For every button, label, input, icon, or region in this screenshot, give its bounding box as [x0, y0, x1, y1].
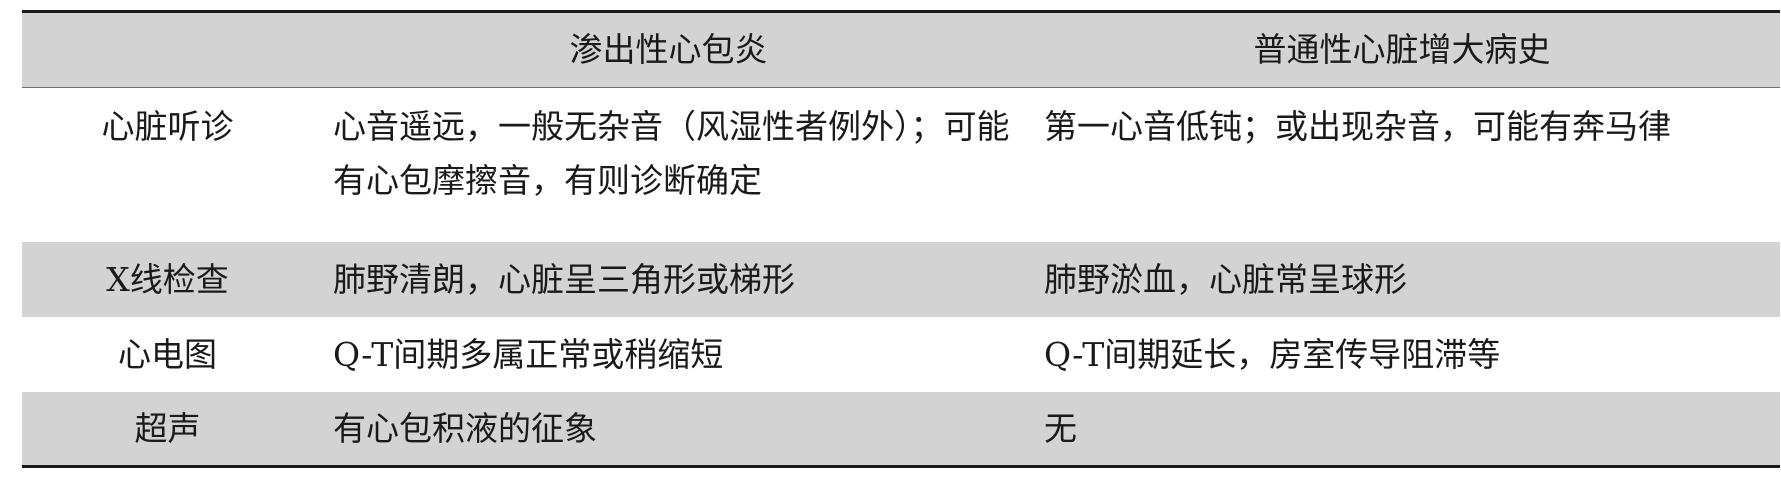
table-cell: 第一心音低钝；或出现杂音，可能有奔马律 [1044, 107, 1671, 146]
row-label: 心脏听诊 [101, 107, 234, 146]
table-row: X线检查 肺野清朗，心脏呈三角形或梯形 肺野淤血，心脏常呈球形 [22, 242, 1780, 317]
table-cell: 无 [1044, 409, 1077, 448]
table-row: 心脏听诊 心音遥远，一般无杂音（风湿性者例外）；可能有心包摩擦音，有则诊断确定 … [22, 88, 1780, 242]
table-cell: 肺野淤血，心脏常呈球形 [1044, 260, 1407, 299]
table-cell: 心音遥远，一般无杂音（风湿性者例外）；可能有心包摩擦音，有则诊断确定 [333, 107, 1010, 200]
header-cell-cardiac-enlargement: 普通性心脏增大病史 [1253, 30, 1551, 69]
table-cell: 有心包积液的征象 [333, 409, 597, 448]
table-header-row: 渗出性心包炎 普通性心脏增大病史 [22, 13, 1780, 88]
table-cell: Q-T间期多属正常或稍缩短 [333, 335, 724, 374]
table-row: 超声 有心包积液的征象 无 [22, 392, 1780, 465]
table-cell: 肺野清朗，心脏呈三角形或梯形 [333, 260, 795, 299]
row-label: 超声 [134, 409, 201, 448]
table-row: 心电图 Q-T间期多属正常或稍缩短 Q-T间期延长，房室传导阻滞等 [22, 317, 1780, 392]
table-cell: Q-T间期延长，房室传导阻滞等 [1044, 335, 1501, 374]
row-label: 心电图 [118, 335, 217, 374]
header-cell-exudative-pericarditis: 渗出性心包炎 [569, 30, 768, 69]
comparison-table: 渗出性心包炎 普通性心脏增大病史 心脏听诊 心音遥远，一般无杂音（风湿性者例外）… [22, 10, 1780, 468]
row-label: X线检查 [106, 260, 229, 299]
header-cell-item [22, 13, 313, 87]
